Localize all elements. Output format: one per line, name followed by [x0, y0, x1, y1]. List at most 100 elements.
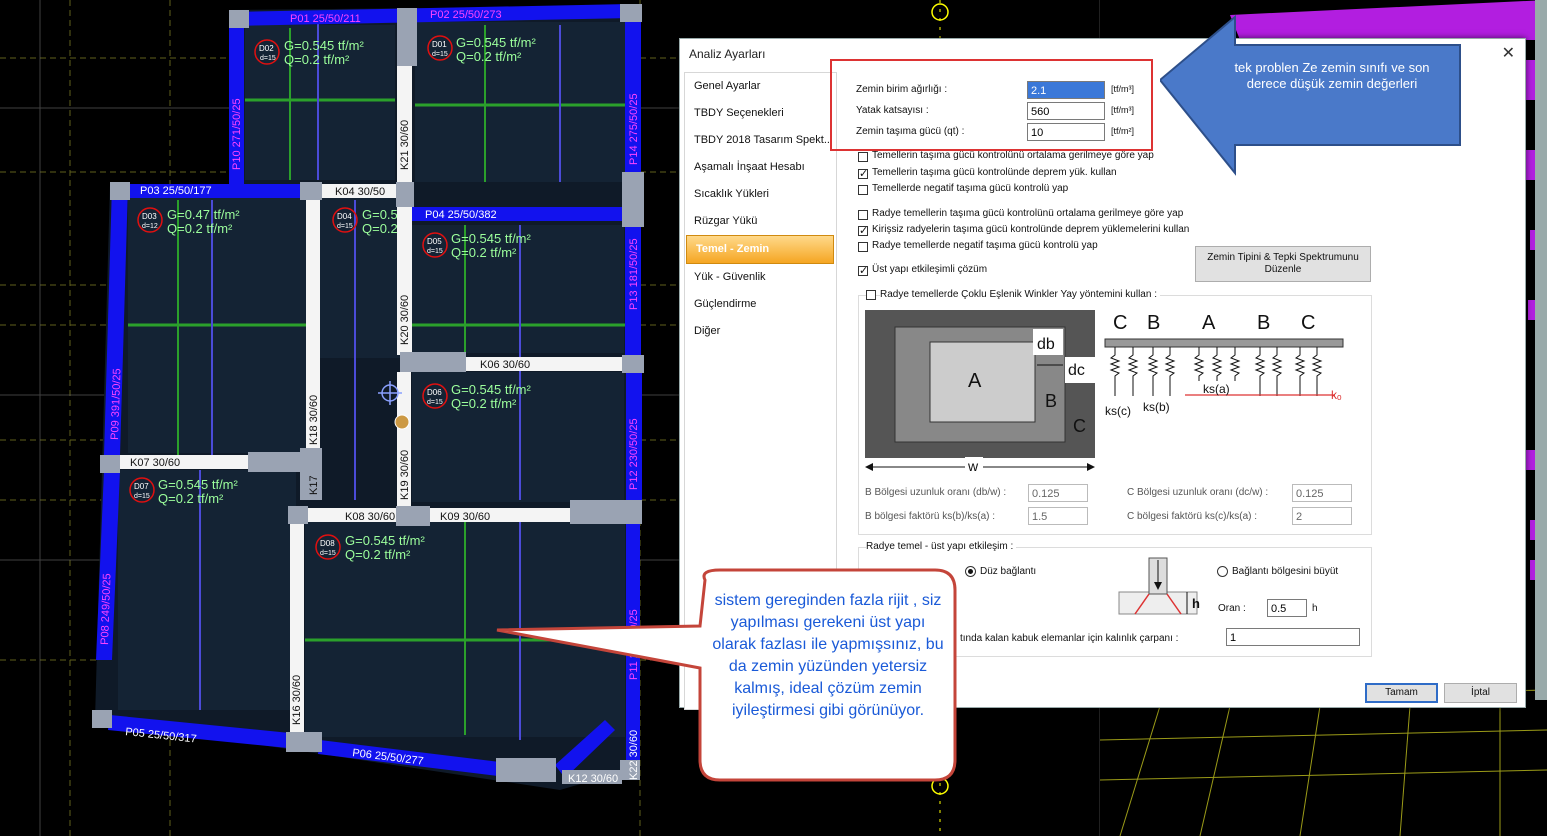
- beam-label-p13: P13 181/50/25: [628, 238, 640, 310]
- b-ratio-input[interactable]: 0.125: [1028, 484, 1088, 502]
- beam-label-k07: K07 30/60: [130, 457, 180, 469]
- c-factor-label: C bölgesi faktörü ks(c)/ks(a) :: [1127, 511, 1258, 522]
- svg-text:d=15: d=15: [134, 493, 150, 500]
- svg-text:D04: D04: [337, 212, 352, 221]
- spring-label-c2: C: [1301, 312, 1315, 334]
- beam-label-p10: P10 271/50/25: [231, 98, 243, 170]
- arrow-callout-text: tek problen Ze zemin sınıfı ve son derec…: [1234, 60, 1430, 91]
- edit-spectrum-button[interactable]: Zemin Tipini & Tepki Spektrumunu Düzenle: [1195, 246, 1371, 282]
- spring-label-a: A: [1202, 312, 1216, 334]
- svg-text:Q=0.2 tf/m²: Q=0.2 tf/m²: [345, 547, 411, 562]
- beam-label-k17: K17: [308, 475, 320, 495]
- svg-text:G=0.5: G=0.5: [362, 207, 398, 222]
- beam-label-p12: P12 230/50/25: [628, 418, 640, 490]
- beam-label-p03: P03 25/50/177: [140, 185, 212, 197]
- nav-item-tbdy-secenekleri[interactable]: TBDY Seçenekleri: [685, 100, 836, 127]
- svg-text:G=0.545 tf/m²: G=0.545 tf/m²: [345, 533, 426, 548]
- nav-item-ruzgar[interactable]: Rüzgar Yükü: [685, 208, 836, 235]
- nav-item-asamali-insaat[interactable]: Aşamalı İnşaat Hesabı: [685, 154, 836, 181]
- dialog-title: Analiz Ayarları: [689, 47, 766, 61]
- beam-label-k20: K20 30/60: [399, 295, 411, 345]
- svg-text:D05: D05: [427, 237, 442, 246]
- ok-button[interactable]: Tamam: [1365, 683, 1438, 703]
- svg-text:G=0.545 tf/m²: G=0.545 tf/m²: [158, 477, 239, 492]
- winkler-diagram: A B C db dc w C B A B C ks(c) ks(b) ks(a…: [865, 310, 1344, 474]
- highlight-box: [830, 59, 1153, 151]
- beam-label-p01: P01 25/50/211: [290, 13, 361, 25]
- nav-item-tbdy-2018[interactable]: TBDY 2018 Tasarım Spekt...: [685, 127, 836, 154]
- ks-b-label: ks(b): [1143, 400, 1170, 414]
- beam-label-p08: P08 249/50/25: [99, 573, 113, 645]
- zone-c-label: C: [1073, 416, 1086, 436]
- connection-diagram: h: [1118, 557, 1200, 615]
- zone-a-label: A: [968, 370, 982, 392]
- radio-flat-connection[interactable]: [965, 566, 976, 577]
- close-icon[interactable]: ✕: [1502, 43, 1515, 63]
- ks-c-label: ks(c): [1105, 404, 1131, 418]
- check-seismic-load[interactable]: [858, 167, 868, 180]
- beam-label-p09: P09 391/50/25: [109, 368, 123, 440]
- check-negative-bearing-label: Temellerde negatif taşıma gücü kontrolü …: [872, 183, 1069, 194]
- zone-b-label: B: [1045, 391, 1057, 411]
- svg-text:D08: D08: [320, 539, 335, 548]
- check-winkler[interactable]: [866, 290, 876, 300]
- shell-factor-label: tında kalan kabuk elemanlar için kalınlı…: [960, 633, 1179, 644]
- nav-item-diger[interactable]: Diğer: [685, 318, 836, 345]
- check-raft-negative-label: Radye temellerde negatif taşıma gücü kon…: [872, 240, 1098, 251]
- svg-text:G=0.545 tf/m²: G=0.545 tf/m²: [284, 38, 365, 53]
- beam-label-k18: K18 30/60: [308, 395, 320, 445]
- nav-item-genel-ayarlar[interactable]: Genel Ayarlar: [685, 73, 836, 100]
- speech-bubble-text: sistem gereginden fazla rijit , siz yapı…: [712, 592, 944, 719]
- svg-text:Q=0.2 tf/m²: Q=0.2 tf/m²: [284, 52, 350, 67]
- db-label: db: [1037, 336, 1055, 353]
- svg-text:Q=0.2 tf/m²: Q=0.2 tf/m²: [456, 49, 522, 64]
- beam-label-p04: P04 25/50/382: [425, 209, 497, 221]
- check-raft-avg-stress[interactable]: [858, 210, 868, 220]
- svg-text:d=15: d=15: [337, 223, 353, 230]
- h-label: h: [1192, 596, 1200, 611]
- cancel-button[interactable]: İptal: [1444, 683, 1517, 703]
- nav-item-temel-zemin[interactable]: Temel - Zemin: [686, 235, 834, 264]
- check-negative-bearing[interactable]: [858, 185, 868, 195]
- c-factor-input[interactable]: 2: [1292, 507, 1352, 525]
- svg-text:d=15: d=15: [432, 51, 448, 58]
- dc-label: dc: [1068, 362, 1085, 379]
- spring-label-b2: B: [1257, 312, 1270, 334]
- check-avg-stress[interactable]: [858, 152, 868, 162]
- ratio-unit: h: [1312, 603, 1318, 614]
- b-ratio-label: B Bölgesi uzunluk oranı (db/w) :: [865, 487, 1007, 498]
- check-seismic-load-label: Temellerin taşıma gücü kontrolünde depre…: [872, 167, 1117, 178]
- svg-text:Q=0.2 tf/m²: Q=0.2 tf/m²: [158, 491, 224, 506]
- check-avg-stress-label: Temellerin taşıma gücü kontrolünü ortala…: [872, 150, 1154, 161]
- nav-item-guclendirme[interactable]: Güçlendirme: [685, 291, 836, 318]
- shell-factor-input[interactable]: 1: [1226, 628, 1360, 646]
- check-superstructure-interaction-label: Üst yapı etkileşimli çözüm: [872, 264, 988, 275]
- check-beamless-raft-seismic[interactable]: [858, 224, 868, 237]
- check-beamless-raft-seismic-label: Kirişsiz radyelerin taşıma gücü kontrolü…: [872, 224, 1190, 235]
- ko-label: kₒ: [1331, 388, 1342, 402]
- check-raft-negative[interactable]: [858, 242, 868, 252]
- arrow-callout-shape: [1160, 15, 1461, 176]
- spring-label-c1: C: [1113, 312, 1127, 334]
- svg-text:d=15: d=15: [260, 55, 276, 62]
- svg-text:D02: D02: [259, 44, 274, 53]
- ks-a-label: ks(a): [1203, 382, 1230, 396]
- svg-text:D01: D01: [432, 40, 447, 49]
- beam-label-p14: P14 275/50/25: [628, 93, 640, 165]
- beam-label-k04: K04 30/50: [335, 186, 385, 198]
- beam-label-k06: K06 30/60: [480, 359, 530, 371]
- check-superstructure-interaction[interactable]: [858, 264, 868, 277]
- svg-text:G=0.545 tf/m²: G=0.545 tf/m²: [456, 35, 537, 50]
- svg-text:D06: D06: [427, 388, 442, 397]
- radio-enlarge-connection[interactable]: [1217, 566, 1228, 577]
- svg-text:G=0.545 tf/m²: G=0.545 tf/m²: [451, 231, 532, 246]
- c-ratio-input[interactable]: 0.125: [1292, 484, 1352, 502]
- svg-text:Q=0.2 tf/m²: Q=0.2 tf/m²: [451, 396, 517, 411]
- beam-label-k09: K09 30/60: [440, 511, 490, 523]
- svg-text:d=15: d=15: [427, 248, 443, 255]
- ratio-input[interactable]: 0.5: [1267, 599, 1307, 617]
- nav-item-sicaklik[interactable]: Sıcaklık Yükleri: [685, 181, 836, 208]
- b-factor-input[interactable]: 1.5: [1028, 507, 1088, 525]
- nav-item-yuk-guvenlik[interactable]: Yük - Güvenlik: [685, 264, 836, 291]
- interaction-title: Radye temel - üst yapı etkileşim :: [866, 541, 1017, 552]
